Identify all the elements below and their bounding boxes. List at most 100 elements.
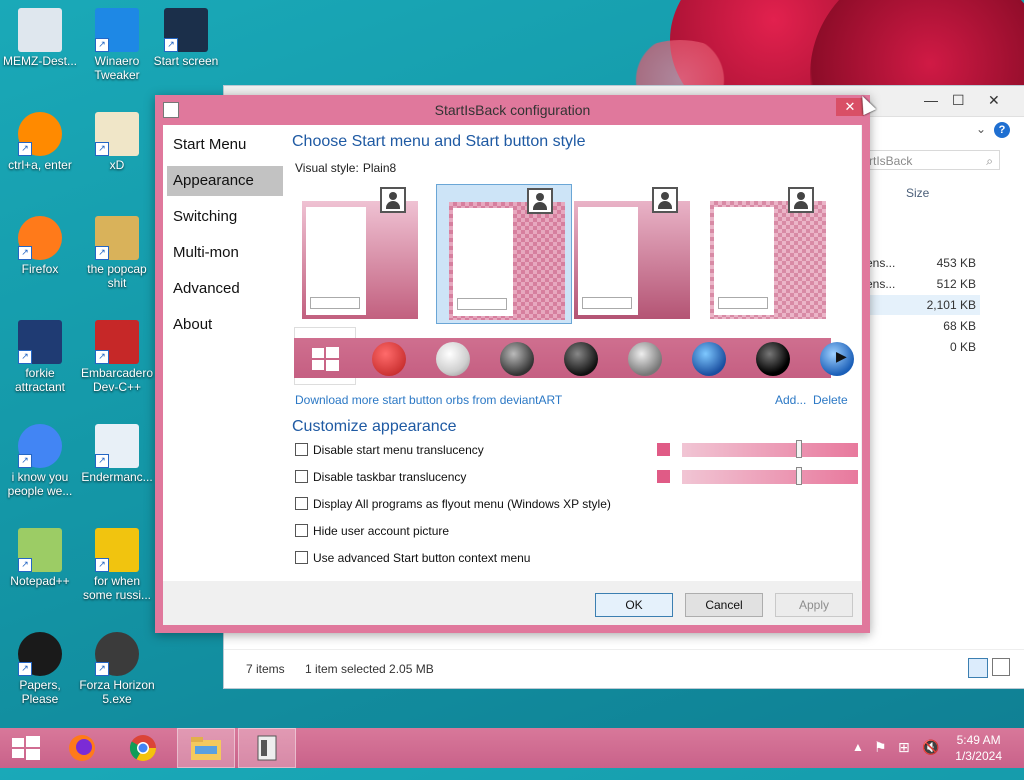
apply-button[interactable]: Apply bbox=[775, 593, 853, 617]
style-preview[interactable] bbox=[300, 187, 418, 319]
slider-thumb[interactable] bbox=[795, 467, 802, 485]
slider-thumb[interactable] bbox=[795, 440, 802, 458]
start-button[interactable] bbox=[0, 728, 58, 768]
delete-orb-link[interactable]: Delete bbox=[813, 393, 848, 407]
firefox-icon bbox=[69, 735, 95, 761]
desktop-icon[interactable]: ↗ ctrl+a, enter bbox=[2, 112, 78, 172]
checkbox-row[interactable]: Display All programs as flyout menu (Win… bbox=[295, 497, 611, 511]
desktop-icon-label: the popcap shit bbox=[87, 262, 147, 290]
taskbar: ▲ ⚑ ⊞ 🔇 5:49 AM 1/3/2024 bbox=[0, 728, 1024, 768]
translucency-slider[interactable] bbox=[682, 467, 858, 485]
checkbox[interactable] bbox=[295, 470, 308, 483]
black-orb-icon[interactable] bbox=[756, 342, 790, 376]
shortcut-arrow-icon: ↗ bbox=[18, 350, 32, 364]
taskbar-clock[interactable]: 5:49 AM 1/3/2024 bbox=[955, 732, 1002, 764]
nav-item-appearance[interactable]: Appearance bbox=[167, 166, 283, 196]
desktop-icon[interactable]: ↗ the popcap shit bbox=[79, 216, 155, 290]
style-preview[interactable] bbox=[572, 187, 690, 319]
checkbox[interactable] bbox=[295, 497, 308, 510]
add-orb-link[interactable]: Add... bbox=[775, 393, 806, 407]
nav-item-about[interactable]: About bbox=[167, 310, 283, 340]
taskbar-firefox[interactable] bbox=[54, 728, 112, 768]
show-hidden-icons-icon[interactable]: ▲ bbox=[852, 740, 864, 780]
desktop-icon[interactable]: ↗ xD bbox=[79, 112, 155, 172]
file-row[interactable]: 2,101 KB bbox=[860, 295, 980, 315]
shortcut-arrow-icon: ↗ bbox=[95, 558, 109, 572]
checkbox[interactable] bbox=[295, 443, 308, 456]
minimize-icon[interactable]: — bbox=[924, 92, 938, 108]
action-center-flag-icon[interactable]: ⚑ bbox=[874, 739, 887, 779]
winxp-orb-icon[interactable] bbox=[436, 342, 470, 376]
style-heading: Choose Start menu and Start button style bbox=[292, 133, 586, 150]
taskbar-startisback[interactable] bbox=[238, 728, 296, 768]
checkbox[interactable] bbox=[295, 524, 308, 537]
windows-logo-icon bbox=[312, 347, 339, 371]
size-column-header[interactable]: Size bbox=[906, 186, 929, 200]
nav-item-switching[interactable]: Switching bbox=[167, 202, 283, 232]
desktop-icon-label: xD bbox=[109, 158, 125, 172]
nav-item-start-menu[interactable]: Start Menu bbox=[167, 130, 283, 160]
desktop-icon[interactable]: ↗ Papers, Please bbox=[2, 632, 78, 706]
flash-icon: ↗ bbox=[95, 632, 139, 676]
cancel-button[interactable]: Cancel bbox=[685, 593, 763, 617]
network-icon[interactable]: ⊞ bbox=[898, 739, 910, 779]
vista-black-orb-icon[interactable] bbox=[500, 342, 534, 376]
file-name: ens... bbox=[866, 277, 896, 291]
desktop-icon-label: forkie attractant bbox=[14, 366, 66, 394]
desktop-icon[interactable]: ↗ forkie attractant bbox=[2, 320, 78, 394]
glass-orb-icon[interactable] bbox=[564, 342, 598, 376]
shortcut-arrow-icon: ↗ bbox=[18, 558, 32, 572]
checkbox[interactable] bbox=[295, 551, 308, 564]
checkbox-row[interactable]: Disable start menu translucency bbox=[295, 443, 484, 457]
user-avatar-icon bbox=[527, 188, 553, 214]
file-size: 453 KB bbox=[936, 256, 976, 270]
desktop-icon[interactable]: ↗ Endermanc... bbox=[79, 424, 155, 484]
style-preview[interactable] bbox=[708, 187, 826, 319]
desktop-icon[interactable]: ↗ Firefox bbox=[2, 216, 78, 276]
desktop-icon-label: ctrl+a, enter bbox=[8, 158, 72, 172]
taskbar-file-explorer[interactable] bbox=[177, 728, 235, 768]
download-orbs-link[interactable]: Download more start button orbs from dev… bbox=[295, 393, 562, 407]
desktop-icon[interactable]: ↗ for when some russi... bbox=[79, 528, 155, 602]
desktop-icon[interactable]: ↗ Forza Horizon 5.exe bbox=[79, 632, 155, 706]
visual-style-label: Visual style: bbox=[295, 161, 359, 175]
file-row[interactable]: ens... 453 KB bbox=[860, 253, 980, 273]
taskbar-chrome[interactable] bbox=[114, 728, 172, 768]
color-swatch[interactable] bbox=[657, 443, 670, 456]
checkbox-row[interactable]: Hide user account picture bbox=[295, 524, 449, 538]
help-icon[interactable]: ? bbox=[994, 122, 1010, 138]
search-input[interactable]: rtIsBack ⌕ bbox=[862, 150, 1000, 170]
desktop-icon[interactable]: MEMZ-Dest... bbox=[2, 8, 78, 68]
file-row[interactable]: 0 KB bbox=[860, 337, 980, 357]
color-orb-icon[interactable] bbox=[692, 342, 726, 376]
chevron-down-icon[interactable]: ⌄ bbox=[976, 122, 986, 136]
details-view-icon[interactable] bbox=[968, 658, 988, 678]
maximize-icon[interactable]: ☐ bbox=[952, 92, 965, 109]
nav-item-advanced[interactable]: Advanced bbox=[167, 274, 283, 304]
translucency-slider[interactable] bbox=[682, 440, 858, 458]
file-row[interactable]: 68 KB bbox=[860, 316, 980, 336]
close-icon[interactable]: ✕ bbox=[988, 92, 1000, 109]
large-icons-view-icon[interactable] bbox=[992, 658, 1010, 676]
checkbox-label: Use advanced Start button context menu bbox=[313, 551, 531, 565]
desktop-icon[interactable]: ↗ Embarcadero Dev-C++ bbox=[79, 320, 155, 394]
checkbox-row[interactable]: Use advanced Start button context menu bbox=[295, 551, 530, 565]
chrome-icon bbox=[129, 735, 157, 762]
christmas-orb-icon[interactable] bbox=[372, 342, 406, 376]
orb-scroll-right-icon[interactable]: ▶ bbox=[836, 348, 847, 365]
shortcut-arrow-icon: ↗ bbox=[164, 38, 178, 52]
color-swatch[interactable] bbox=[657, 470, 670, 483]
windows8-orb-icon[interactable] bbox=[308, 342, 342, 376]
nav-item-multi-mon[interactable]: Multi-mon bbox=[167, 238, 283, 268]
ok-button[interactable]: OK bbox=[595, 593, 673, 617]
desktop-icon[interactable]: ↗ Notepad++ bbox=[2, 528, 78, 588]
desktop-icon[interactable]: ↗ Start screen bbox=[148, 8, 224, 68]
desktop-icon[interactable]: ↗ Winaero Tweaker bbox=[79, 8, 155, 82]
silver-orb-icon[interactable] bbox=[628, 342, 662, 376]
file-row[interactable]: ens... 512 KB bbox=[860, 274, 980, 294]
checkbox-row[interactable]: Disable taskbar translucency bbox=[295, 470, 466, 484]
style-preview[interactable] bbox=[436, 184, 572, 324]
user-avatar-icon bbox=[380, 187, 406, 213]
desktop-icon[interactable]: ↗ i know you people we... bbox=[2, 424, 78, 498]
volume-muted-icon[interactable]: 🔇 bbox=[922, 739, 939, 779]
